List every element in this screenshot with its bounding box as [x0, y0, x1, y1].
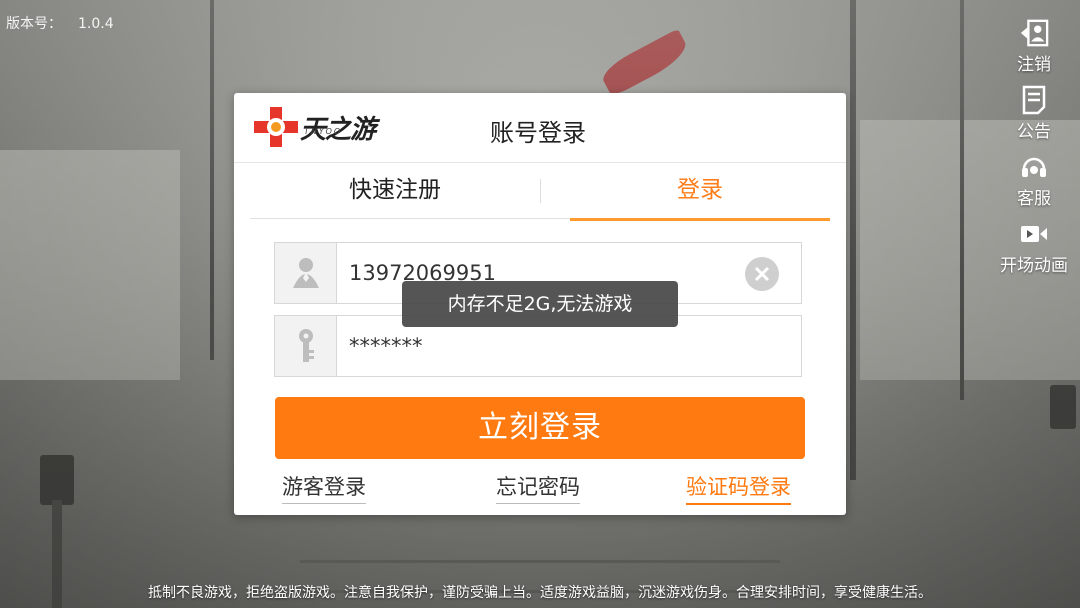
version-label: 版本号：	[6, 16, 62, 32]
logout-icon	[1019, 18, 1049, 48]
logout-label: 注销	[1017, 55, 1051, 75]
clear-input-button[interactable]	[745, 257, 779, 291]
customer-service-label: 客服	[1017, 189, 1051, 209]
video-icon	[1019, 219, 1049, 249]
login-button[interactable]: 立刻登录	[275, 397, 805, 459]
tab-quick-register[interactable]: 快速注册	[250, 163, 540, 219]
tab-divider	[540, 179, 541, 203]
notice-button[interactable]: 公告	[996, 85, 1072, 142]
dialog-header: 天之游 TNYOO 账号登录	[234, 93, 846, 163]
dialog-title: 账号登录	[490, 119, 586, 147]
login-tabs: 快速注册 登录	[250, 163, 830, 221]
customer-service-icon	[1019, 152, 1049, 182]
version-info: 版本号： 1.0.4	[6, 13, 130, 33]
side-menu: 注销 公告 客服 开场动画	[996, 18, 1072, 286]
key-icon	[275, 316, 337, 376]
notice-icon	[1019, 85, 1049, 115]
logo-subtext: TNYOO	[304, 127, 343, 136]
user-icon	[275, 243, 337, 303]
version-value: 1.0.4	[78, 16, 114, 32]
guest-login-link[interactable]: 游客登录	[282, 471, 366, 504]
intro-video-button[interactable]: 开场动画	[996, 219, 1072, 276]
forgot-password-link[interactable]: 忘记密码	[496, 471, 580, 504]
customer-service-button[interactable]: 客服	[996, 152, 1072, 209]
logout-button[interactable]: 注销	[996, 18, 1072, 75]
intro-video-label: 开场动画	[1000, 256, 1068, 276]
close-icon	[754, 266, 770, 282]
notice-label: 公告	[1017, 122, 1051, 142]
logo-icon	[254, 107, 298, 147]
health-notice: 抵制不良游戏，拒绝盗版游戏。注意自我保护，谨防受骗上当。适度游戏益脑，沉迷游戏伤…	[148, 585, 932, 601]
tab-login[interactable]: 登录	[570, 163, 830, 221]
sms-code-login-link[interactable]: 验证码登录	[686, 471, 791, 505]
toast-message: 内存不足2G,无法游戏	[402, 281, 678, 327]
login-options: 游客登录 忘记密码 验证码登录	[234, 471, 846, 505]
